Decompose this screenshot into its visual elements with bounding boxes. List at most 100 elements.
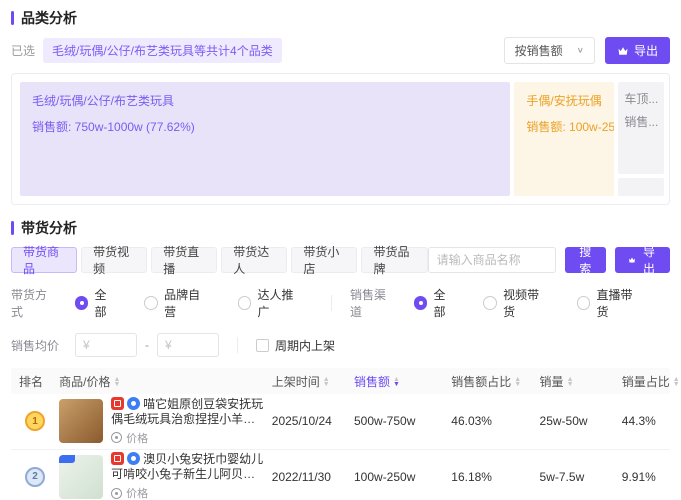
price-filter-row: 销售均价 - 周期内上架	[11, 333, 670, 357]
sales-amount: 500w-750w	[350, 394, 447, 449]
product-title[interactable]: 澳贝小兔安抚巾婴幼儿可啃咬小兔子新生儿阿贝贝安抚豆袋玩偶...	[111, 452, 264, 482]
sort-icon: ▲▼	[113, 377, 120, 387]
promotion-toolbar: 带货商品 带货视频 带货直播 带货达人 带货小店 带货品牌 搜索 导出	[11, 247, 670, 273]
table-row[interactable]: 2 澳贝小兔安抚巾婴幼儿可啃咬小兔子新生儿阿贝贝安抚豆袋玩偶... 价格 202…	[11, 449, 670, 500]
avg-price-label: 销售均价	[11, 337, 59, 354]
product-thumbnail[interactable]	[59, 455, 103, 499]
sort-by-value: 按销售额	[515, 42, 563, 59]
product-cell: 澳贝小兔安抚巾婴幼儿可啃咬小兔子新生儿阿贝贝安抚豆袋玩偶... 价格	[59, 452, 264, 500]
thumbnail-corner-tag	[59, 455, 75, 463]
treemap-block-name: 手偶/安抚玩偶	[526, 92, 602, 109]
tab-promoted-products[interactable]: 带货商品	[11, 247, 77, 273]
tab-promoted-influencers[interactable]: 带货达人	[221, 247, 287, 273]
category-filter-row: 已选 毛绒/玩偶/公仔/布艺类玩具等共计4个品类 按销售额 ∨ 导出	[11, 37, 670, 64]
treemap-block-car-roof[interactable]: 车顶... 销售...	[618, 82, 664, 174]
price-max-input[interactable]	[157, 333, 219, 357]
channel-radio-video[interactable]: 视频带货	[483, 286, 550, 320]
rank-gold-medal-icon: 1	[25, 411, 45, 431]
treemap-block-plush-toys[interactable]: 毛绒/玩偶/公仔/布艺类玩具 销售额: 750w-1000w (77.62%)	[20, 82, 510, 196]
col-sales-amount[interactable]: 销售额▲▼	[350, 368, 447, 394]
treemap-block-name: 车顶...	[624, 90, 658, 107]
category-section-header: 品类分析	[11, 8, 670, 28]
sort-icon: ▲▼	[567, 377, 574, 387]
export-button[interactable]: 导出	[605, 37, 670, 64]
col-sales-share[interactable]: 销售额占比▲▼	[447, 368, 535, 394]
treemap-block-value: 销售额: 100w-250w (1...	[526, 118, 602, 135]
radio-icon	[238, 296, 252, 310]
radio-icon	[577, 296, 591, 310]
treemap-block-value: 销售...	[624, 113, 658, 130]
search-button[interactable]: 搜索	[565, 247, 606, 273]
category-controls: 按销售额 ∨ 导出	[504, 37, 670, 64]
col-rank: 排名	[11, 368, 55, 394]
col-volume-share[interactable]: 销量占比▲▼	[618, 368, 670, 394]
sort-icon: ▲▼	[673, 377, 680, 387]
channel-radio-all[interactable]: 全部	[414, 286, 458, 320]
radio-selected-icon	[75, 296, 89, 310]
export-button[interactable]: 导出	[615, 247, 670, 273]
selected-label: 已选	[11, 42, 35, 59]
radio-label: 视频带货	[503, 286, 551, 320]
checkbox-label: 周期内上架	[275, 337, 335, 354]
shop-badge-icon	[111, 452, 124, 465]
listing-date: 2022/11/30	[268, 449, 350, 500]
method-radio-influencer[interactable]: 达人推广	[238, 286, 305, 320]
radio-label: 达人推广	[257, 286, 305, 320]
tab-promoted-brands[interactable]: 带货品牌	[361, 247, 427, 273]
tab-promoted-shops[interactable]: 带货小店	[291, 247, 357, 273]
shop-badge-icon	[111, 397, 124, 410]
price-range-separator: -	[145, 338, 149, 352]
search-button-label: 搜索	[578, 243, 593, 277]
treemap-block-other[interactable]	[618, 178, 664, 196]
influencer-badge-icon	[127, 397, 140, 410]
volume: 5w-7.5w	[536, 449, 618, 500]
col-listing-date[interactable]: 上架时间▲▼	[268, 368, 350, 394]
treemap-block-hand-puppets[interactable]: 手偶/安抚玩偶 销售额: 100w-250w (1...	[514, 82, 614, 196]
category-treemap: 毛绒/玩偶/公仔/布艺类玩具 销售额: 750w-1000w (77.62%) …	[11, 73, 670, 205]
products-table: 排名 商品/价格▲▼ 上架时间▲▼ 销售额▲▼ 销售额占比▲▼ 销量▲▼ 销量占…	[11, 368, 670, 500]
radio-label: 全部	[433, 286, 457, 320]
product-info: 喵它姐原创豆袋安抚玩偶毛绒玩具治愈捏捏小羊公仔可爱哈士奇... 价格	[111, 397, 264, 446]
radio-selected-icon	[414, 296, 428, 310]
method-radio-brand-owned[interactable]: 品牌自营	[144, 286, 211, 320]
view-price-icon	[111, 432, 122, 443]
volume: 25w-50w	[536, 394, 618, 449]
checkbox-icon	[256, 339, 269, 352]
radio-label: 品牌自营	[164, 286, 212, 320]
promotion-analysis-section: 带货分析 带货商品 带货视频 带货直播 带货达人 带货小店 带货品牌 搜索 导出	[11, 218, 670, 500]
promotion-tabs: 带货商品 带货视频 带货直播 带货达人 带货小店 带货品牌	[11, 247, 428, 273]
col-volume[interactable]: 销量▲▼	[536, 368, 618, 394]
selected-category-tag[interactable]: 毛绒/玩偶/公仔/布艺类玩具等共计4个品类	[43, 38, 282, 63]
section-accent-bar	[11, 221, 14, 235]
product-title[interactable]: 喵它姐原创豆袋安抚玩偶毛绒玩具治愈捏捏小羊公仔可爱哈士奇...	[111, 397, 264, 427]
export-button-label: 导出	[634, 42, 658, 59]
radio-label: 全部	[94, 286, 118, 320]
tab-promoted-videos[interactable]: 带货视频	[81, 247, 147, 273]
method-radio-all[interactable]: 全部	[75, 286, 119, 320]
sort-icon: ▲▼	[323, 377, 330, 387]
promotion-section-header: 带货分析	[11, 218, 670, 238]
view-price-toggle[interactable]: 价格	[111, 430, 264, 446]
product-thumbnail[interactable]	[59, 399, 103, 443]
sort-icon: ▲▼	[514, 377, 521, 387]
tab-promoted-livestreams[interactable]: 带货直播	[151, 247, 217, 273]
crown-icon	[628, 254, 636, 266]
table-row[interactable]: 1 喵它姐原创豆袋安抚玩偶毛绒玩具治愈捏捏小羊公仔可爱哈士奇... 价格 202…	[11, 394, 670, 449]
view-price-icon	[111, 488, 122, 499]
product-search-input[interactable]	[428, 247, 556, 273]
onshelf-in-period-checkbox[interactable]: 周期内上架	[256, 337, 335, 354]
product-cell: 喵它姐原创豆袋安抚玩偶毛绒玩具治愈捏捏小羊公仔可爱哈士奇... 价格	[59, 397, 264, 446]
channel-radio-livestream[interactable]: 直播带货	[577, 286, 644, 320]
treemap-gray-column: 车顶... 销售...	[618, 82, 664, 196]
dashboard-page: 品类分析 已选 毛绒/玩偶/公仔/布艺类玩具等共计4个品类 按销售额 ∨ 导出 …	[0, 0, 681, 500]
crown-icon	[617, 45, 629, 57]
col-product-price[interactable]: 商品/价格▲▼	[55, 368, 268, 394]
influencer-badge-icon	[127, 452, 140, 465]
sort-by-dropdown[interactable]: 按销售额 ∨	[504, 37, 595, 64]
export-button-label: 导出	[641, 243, 657, 277]
listing-date: 2025/10/24	[268, 394, 350, 449]
sales-share: 16.18%	[447, 449, 535, 500]
view-price-toggle[interactable]: 价格	[111, 485, 264, 500]
price-min-input[interactable]	[75, 333, 137, 357]
chevron-down-icon: ∨	[577, 46, 584, 55]
